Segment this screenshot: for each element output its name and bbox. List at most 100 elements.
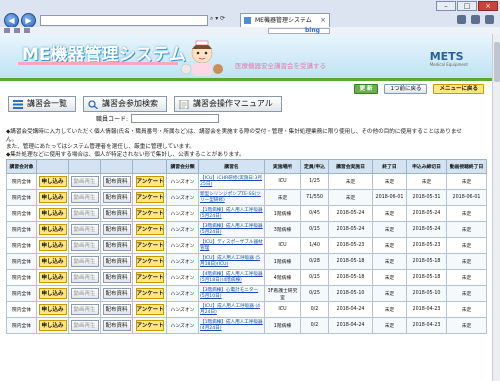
refresh-button[interactable]: 更 新 <box>353 84 379 94</box>
video-button[interactable]: 動画再生 <box>70 320 99 331</box>
survey-button[interactable]: アンケート <box>135 320 164 331</box>
course-name-link[interactable]: 【3階病棟】成人用人工呼吸器 (5月24日) <box>198 221 265 238</box>
survey-button[interactable]: アンケート <box>135 256 164 267</box>
address-bar[interactable] <box>40 15 208 26</box>
material-button-cell: 配布資料 <box>100 301 133 318</box>
course-name-link[interactable]: 【ICU】iCHR研修(実施日:3月25日) <box>198 173 265 190</box>
material-button[interactable]: 配布資料 <box>102 272 131 283</box>
table-header-row: 講習会対象 講習会分類 講習名 実施場所 定員/申込 講習会実施日 終了日 申込… <box>6 159 487 174</box>
document-icon <box>179 100 189 109</box>
video-end-cell: 未定 <box>446 253 487 270</box>
deadline-cell: 未定 <box>406 173 447 190</box>
manual-label: 講習会操作マニュアル <box>193 99 273 108</box>
staff-code-input[interactable] <box>131 114 220 123</box>
survey-button[interactable]: アンケート <box>135 304 164 315</box>
address-tools[interactable]: ⌕ ▾ ⟳ <box>210 15 225 23</box>
apply-button[interactable]: 申し込み <box>38 240 67 251</box>
material-button[interactable]: 配布資料 <box>102 288 131 299</box>
material-button[interactable]: 配布資料 <box>102 192 131 203</box>
survey-button[interactable]: アンケート <box>135 224 164 235</box>
survey-button[interactable]: アンケート <box>135 240 164 251</box>
apply-button[interactable]: 申し込み <box>38 288 67 299</box>
note-line: ◆講習会受講時に入力していただく個人情報(氏名・職員番号・所属など)は、講習会を… <box>6 129 462 135</box>
material-button[interactable]: 配布資料 <box>102 256 131 267</box>
end-date-cell: 未定 <box>372 269 407 286</box>
back-menu-button[interactable]: メニューに戻る <box>433 84 484 94</box>
browser-chrome: – □ × ◀ ▶ ⌕ ▾ ⟳ ME機器管理システム × bing <box>0 0 500 34</box>
browser-tab[interactable]: ME機器管理システム × <box>240 13 330 27</box>
survey-button[interactable]: アンケート <box>135 192 164 203</box>
apply-button[interactable]: 申し込み <box>38 304 67 315</box>
course-name-link[interactable]: 【ICU】成人用人工呼吸器 (5月18日)(ICU) <box>198 253 265 270</box>
video-button[interactable]: 動画再生 <box>70 288 99 299</box>
star-icon[interactable] <box>471 15 480 24</box>
minimize-button[interactable]: – <box>436 1 456 11</box>
fav-icon[interactable] <box>24 28 30 33</box>
apply-button-cell: 申し込み <box>36 253 69 270</box>
course-name-link[interactable]: 【ICU】ディスポーザブル器材管理 <box>198 237 265 254</box>
course-name-link[interactable]: 新型シリンジポンプTE-SS(ツリー型研修) <box>198 189 265 206</box>
survey-button[interactable]: アンケート <box>135 176 164 187</box>
place-cell: 1階病棟 <box>264 317 301 334</box>
maximize-button[interactable]: □ <box>457 1 477 11</box>
category-cell: ハンズオン <box>166 189 199 206</box>
material-button[interactable]: 配布資料 <box>102 208 131 219</box>
apply-button[interactable]: 申し込み <box>38 208 67 219</box>
video-button[interactable]: 動画再生 <box>70 304 99 315</box>
back-icon[interactable]: ◀ <box>4 13 19 28</box>
video-button[interactable]: 動画再生 <box>70 176 99 187</box>
video-button[interactable]: 動画再生 <box>70 192 99 203</box>
course-list-button[interactable]: 講習会一覧 <box>8 96 76 112</box>
col-header: 動画視聴終了日 <box>446 159 487 174</box>
staff-code-row: 職員コード: <box>96 114 220 123</box>
close-button[interactable]: × <box>478 1 498 11</box>
apply-button[interactable]: 申し込み <box>38 272 67 283</box>
course-name-link[interactable]: 【1階病棟】成人用人工呼吸器 (5月24日) <box>198 205 265 222</box>
video-button[interactable]: 動画再生 <box>70 224 99 235</box>
logo-underline <box>18 62 178 65</box>
video-button[interactable]: 動画再生 <box>70 272 99 283</box>
material-button[interactable]: 配布資料 <box>102 304 131 315</box>
staff-code-label: 職員コード: <box>96 116 129 123</box>
gear-icon[interactable] <box>485 15 494 24</box>
scrollbar-thumb[interactable] <box>494 42 500 82</box>
back-one-button[interactable]: 1つ前に戻る <box>384 84 428 94</box>
survey-button-cell: アンケート <box>132 237 167 254</box>
participation-search-button[interactable]: 講習会参加検索 <box>83 96 167 112</box>
course-name-link[interactable]: 【1階病棟】成人用人工呼吸器 (4月24日) <box>198 317 265 334</box>
fav-icon[interactable] <box>14 28 20 33</box>
tab-close-icon[interactable]: × <box>320 14 326 27</box>
deadline-cell: 2018-05-18 <box>406 253 447 270</box>
apply-button[interactable]: 申し込み <box>38 176 67 187</box>
target-cell: 院内全体 <box>6 189 37 206</box>
material-button[interactable]: 配布資料 <box>102 240 131 251</box>
date-cell: 2018-05-24 <box>328 205 373 222</box>
material-button[interactable]: 配布資料 <box>102 176 131 187</box>
home-icon[interactable] <box>457 15 466 24</box>
manual-button[interactable]: 講習会操作マニュアル <box>174 96 282 112</box>
video-button[interactable]: 動画再生 <box>70 240 99 251</box>
category-cell: ハンズオン <box>166 253 199 270</box>
survey-button[interactable]: アンケート <box>135 272 164 283</box>
survey-button[interactable]: アンケート <box>135 208 164 219</box>
table-row: 院内全体 申し込み 動画再生 配布資料 アンケート ハンズオン 【1階病棟】成人用人工呼吸器… <box>6 317 487 334</box>
browser-tools <box>457 15 494 24</box>
course-name-link[interactable]: 【3階病棟】心電計モニター (5月10日) <box>198 285 265 302</box>
video-button[interactable]: 動画再生 <box>70 208 99 219</box>
deadline-cell: 2018-05-10 <box>406 285 447 302</box>
capacity-cell: 0/25 <box>300 285 329 302</box>
forward-icon[interactable]: ▶ <box>21 13 36 28</box>
material-button[interactable]: 配布資料 <box>102 224 131 235</box>
apply-button[interactable]: 申し込み <box>38 256 67 267</box>
course-name-link[interactable]: 【4階病棟】成人用人工呼吸器 (5月18日)(4階病棟) <box>198 269 265 286</box>
course-name-link[interactable]: 【ICU】成人用人工呼吸器 (4月24日) <box>198 301 265 318</box>
apply-button[interactable]: 申し込み <box>38 192 67 203</box>
video-button[interactable]: 動画再生 <box>70 256 99 267</box>
material-button[interactable]: 配布資料 <box>102 320 131 331</box>
fav-icon[interactable] <box>4 28 10 33</box>
video-end-cell: 未定 <box>446 237 487 254</box>
apply-button[interactable]: 申し込み <box>38 224 67 235</box>
survey-button[interactable]: アンケート <box>135 288 164 299</box>
apply-button[interactable]: 申し込み <box>38 320 67 331</box>
page-scrollbar[interactable] <box>492 34 500 381</box>
